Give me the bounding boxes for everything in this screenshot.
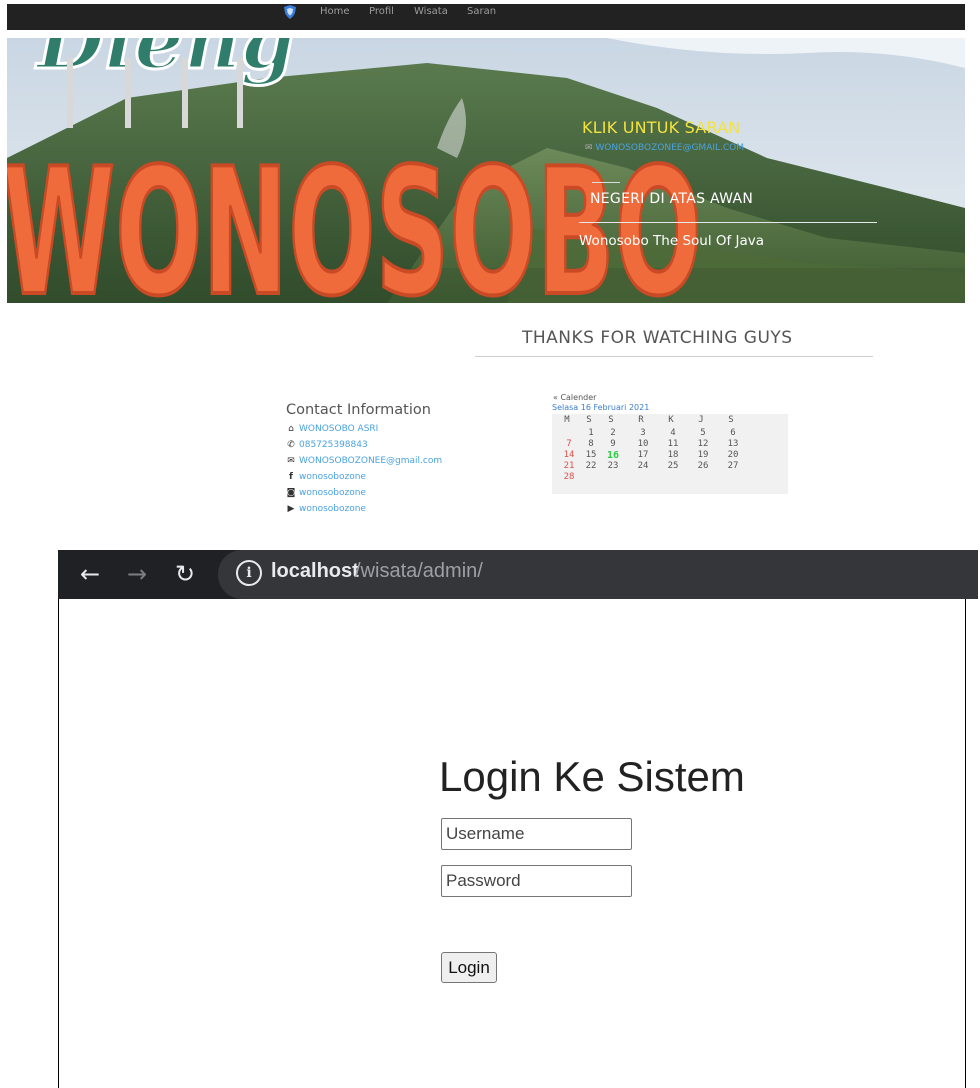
youtube-icon: ▶ <box>287 504 295 514</box>
contact-instagram-text: wonosobozone <box>299 488 366 498</box>
calendar-day[interactable]: 10 <box>632 439 654 449</box>
calendar-day[interactable]: 3 <box>632 428 654 438</box>
contact-youtube[interactable]: ▶ wonosobozone <box>286 504 366 514</box>
calendar-weekday: S <box>586 415 592 425</box>
contact-email-text: WONOSOBOZONEE@gmail.com <box>299 456 443 466</box>
back-arrow-icon[interactable]: ← <box>80 560 100 588</box>
calendar-day[interactable]: 16 <box>602 450 624 461</box>
instagram-icon: ◙ <box>286 488 296 498</box>
calendar-day[interactable]: 2 <box>602 428 624 438</box>
facebook-icon: f <box>289 472 293 482</box>
calendar-day[interactable]: 26 <box>692 461 714 471</box>
calendar-day[interactable]: 21 <box>558 461 580 471</box>
calendar-day[interactable]: 12 <box>692 439 714 449</box>
contact-phone-text: 085725398843 <box>299 440 368 450</box>
hero-tagline: NEGERI DI ATAS AWAN <box>590 191 754 207</box>
contact-address-text: WONOSOBO ASRI <box>299 424 379 434</box>
calendar-weekday: S <box>608 415 614 425</box>
calendar-day[interactable]: 8 <box>580 439 602 449</box>
calendar-day[interactable]: 5 <box>692 428 714 438</box>
calendar-day[interactable]: 20 <box>722 450 744 460</box>
contact-phone[interactable]: ✆ 085725398843 <box>286 440 368 450</box>
contact-instagram[interactable]: ◙ wonosobozone <box>286 488 366 498</box>
forward-arrow-icon[interactable]: → <box>127 560 147 588</box>
hero-script-sign: Dieng <box>35 38 295 87</box>
calendar-day[interactable]: 15 <box>580 450 602 460</box>
login-title: Login Ke Sistem <box>439 753 745 800</box>
calendar-day[interactable]: 27 <box>722 461 744 471</box>
contact-facebook[interactable]: f wonosobozone <box>286 472 366 482</box>
calendar-day[interactable]: 7 <box>558 439 580 449</box>
hero-subtitle: Wonosobo The Soul Of Java <box>579 233 765 249</box>
calendar-day[interactable]: 4 <box>662 428 684 438</box>
calendar-day[interactable]: 17 <box>632 450 654 460</box>
calendar-weekday: S <box>728 415 734 425</box>
hero-banner-image: Dieng WONOSOBO <box>7 38 965 303</box>
calendar-date-label: Selasa 16 Februari 2021 <box>552 403 650 412</box>
divider <box>579 222 877 223</box>
home-icon: ⌂ <box>288 424 294 434</box>
calendar-day[interactable]: 24 <box>632 461 654 471</box>
info-icon[interactable]: i <box>236 560 262 586</box>
phone-icon: ✆ <box>287 440 295 450</box>
nav-profil-link[interactable]: Profil <box>369 6 394 17</box>
login-button[interactable]: Login <box>441 952 497 983</box>
calendar-day[interactable]: 25 <box>662 461 684 471</box>
thanks-heading: THANKS FOR WATCHING GUYS <box>522 328 793 348</box>
calendar-widget: M S S R K J S 1 2 3 4 5 6 7 8 9 10 11 12 13 14 15 16 17 18 19 20 21… <box>552 414 788 494</box>
saran-email-text: WONOSOBOZONEE@GMAIL.COM <box>595 143 745 153</box>
calendar-day[interactable]: 13 <box>722 439 744 449</box>
url-path[interactable]: /wisata/admin/ <box>355 560 483 583</box>
calendar-weekday: J <box>698 415 704 425</box>
password-input[interactable] <box>441 865 632 897</box>
calendar-day[interactable]: 19 <box>692 450 714 460</box>
mail-icon: ✉ <box>585 143 596 153</box>
calendar-day[interactable]: 11 <box>662 439 684 449</box>
contact-facebook-text: wonosobozone <box>299 472 366 482</box>
contact-youtube-text: wonosobozone <box>299 504 366 514</box>
nav-wisata-link[interactable]: Wisata <box>414 6 448 17</box>
reload-icon[interactable]: ↻ <box>175 560 195 588</box>
contact-title: Contact Information <box>286 402 431 418</box>
nav-saran-link[interactable]: Saran <box>467 6 496 17</box>
shield-icon[interactable] <box>282 4 298 20</box>
contact-email[interactable]: ✉ WONOSOBOZONEE@gmail.com <box>286 456 442 466</box>
contact-address[interactable]: ⌂ WONOSOBO ASRI <box>286 424 378 434</box>
calendar-day[interactable]: 28 <box>558 472 580 482</box>
url-host[interactable]: localhost <box>271 560 359 583</box>
calendar-day[interactable]: 23 <box>602 461 624 471</box>
calendar-day[interactable]: 14 <box>558 450 580 460</box>
calendar-day[interactable]: 1 <box>580 428 602 438</box>
saran-link[interactable]: KLIK UNTUK SARAN <box>582 118 740 137</box>
calendar-day[interactable]: 22 <box>580 461 602 471</box>
mail-icon: ✉ <box>287 456 295 466</box>
calendar-weekday: M <box>564 415 570 425</box>
calendar-weekday: R <box>638 415 644 425</box>
saran-email[interactable]: ✉ WONOSOBOZONEE@GMAIL.COM <box>585 143 744 153</box>
calendar-header[interactable]: « Calender <box>553 393 596 402</box>
divider <box>475 356 873 357</box>
calendar-day[interactable]: 6 <box>722 428 744 438</box>
calendar-day[interactable]: 18 <box>662 450 684 460</box>
calendar-day[interactable]: 9 <box>602 439 624 449</box>
hero-wonosobo-sign: WONOSOBO <box>7 132 702 303</box>
nav-home-link[interactable]: Home <box>320 6 350 17</box>
divider <box>592 182 620 183</box>
username-input[interactable] <box>441 818 632 850</box>
calendar-weekday: K <box>668 415 674 425</box>
